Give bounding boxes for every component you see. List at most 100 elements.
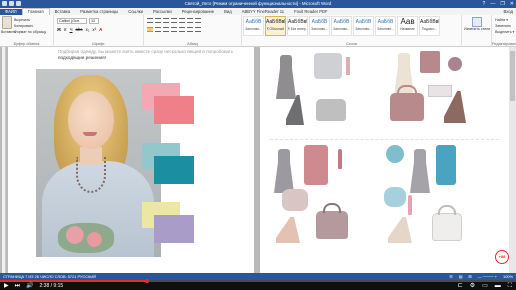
increase-indent-icon[interactable]: [179, 18, 185, 23]
styles-gallery: АаБбВ Заголово... АаБбВвГ ¶ Обычный АаБбВвГ ¶…: [243, 16, 440, 36]
style-item[interactable]: АаБбВвГ ¶ Без интер...: [287, 16, 308, 36]
align-left-icon[interactable]: [147, 27, 153, 32]
style-name: Заголово...: [333, 27, 350, 31]
pink-lip-gloss: [408, 195, 412, 215]
minimize-button[interactable]: —: [490, 1, 495, 7]
mouse-pointer-icon: [470, 243, 476, 248]
bullet-list-icon[interactable]: [147, 18, 153, 23]
decrease-indent-icon[interactable]: [171, 18, 177, 23]
italic-button[interactable]: К: [64, 27, 67, 33]
video-player-controls: ▶ ⏭ 🔊 2:38 / 9:15 ⊏ ⚙ ▭ ▬ ⛶: [0, 279, 516, 290]
style-item[interactable]: АаБбВвГ ¶ Обычный: [265, 16, 286, 36]
bold-button[interactable]: Ж: [57, 27, 61, 33]
lipstick: [346, 57, 350, 75]
grey-knit-dress: [410, 149, 430, 193]
style-preview: АаБбВ: [377, 19, 394, 25]
handbag-strap: [397, 85, 417, 95]
strikethrough-button[interactable]: abc: [76, 27, 83, 33]
borders-icon[interactable]: [195, 27, 201, 32]
pink-blazer: [304, 145, 328, 185]
styles-group: АаБбВ Заголово... АаБбВвГ ¶ Обычный АаБбВвГ ¶…: [242, 15, 462, 47]
font-size-select[interactable]: 12: [89, 18, 99, 24]
style-preview: АаБбВ: [333, 19, 350, 25]
page-right[interactable]: [260, 47, 509, 273]
face: [68, 91, 114, 149]
numbered-list-icon[interactable]: [155, 18, 161, 23]
pink-cardigan: [420, 51, 440, 73]
help-button[interactable]: ?: [483, 1, 486, 7]
ribbon: Вставить Вырезать Копировать Формат по о…: [0, 15, 516, 47]
style-item[interactable]: АаБбВ Заголово...: [309, 16, 330, 36]
pink-lipstick: [338, 149, 342, 169]
multilevel-list-icon[interactable]: [163, 18, 169, 23]
theater-icon[interactable]: ▬: [495, 283, 501, 289]
style-item[interactable]: АаБбВвГ Подзаго...: [419, 16, 440, 36]
style-item[interactable]: АаБбВ Заголово...: [331, 16, 352, 36]
shading-icon[interactable]: [187, 27, 193, 32]
scrollbar-thumb[interactable]: [510, 51, 515, 101]
flower-bouquet: [58, 223, 114, 253]
progress-bar[interactable]: [0, 279, 516, 283]
justify-icon[interactable]: [171, 27, 177, 32]
progress-fill: [0, 280, 148, 282]
align-center-icon[interactable]: [155, 27, 161, 32]
style-name: ¶ Без интер...: [288, 27, 308, 31]
teal-jacket: [436, 145, 456, 185]
style-item[interactable]: АаБбВ Заголово...: [353, 16, 374, 36]
font-color-icon[interactable]: A: [99, 27, 102, 33]
scrubber-handle[interactable]: [145, 279, 150, 283]
align-right-icon[interactable]: [163, 27, 169, 32]
line-spacing-icon[interactable]: [179, 27, 185, 32]
align-buttons: [147, 27, 201, 32]
smile: [83, 132, 97, 136]
style-item[interactable]: АаБбВ Заголово...: [375, 16, 396, 36]
subscript-button[interactable]: x₂: [86, 27, 90, 33]
close-button[interactable]: ✕: [510, 1, 514, 7]
plus-badge[interactable]: +88: [495, 250, 509, 264]
window-title: Cвятой_Лето [Режим ограниченной функцион…: [184, 1, 332, 6]
teal-hat: [386, 145, 404, 163]
play-icon[interactable]: ▶: [4, 283, 9, 289]
dusty-pink-bag: [316, 211, 348, 239]
fullscreen-icon[interactable]: ⛶: [508, 283, 512, 289]
volume-icon[interactable]: 🔊: [26, 283, 33, 289]
settings-icon[interactable]: ⚙: [470, 283, 475, 289]
underline-button[interactable]: Ч: [70, 27, 73, 33]
grey-fitted-dress: [274, 149, 294, 193]
eyeshadow-palette: [428, 85, 452, 97]
page-left[interactable]: Подбирая одежду, вы можете взять вместе …: [8, 47, 254, 273]
style-item[interactable]: Аав Название: [397, 16, 418, 36]
next-icon[interactable]: ⏭: [15, 283, 20, 289]
zoom-slider[interactable]: — ──── +: [478, 273, 497, 280]
font-format-buttons: Ж К Ч abc x₂ x² A: [57, 27, 102, 33]
style-name: Заголово...: [245, 27, 262, 31]
sort-icon[interactable]: [187, 18, 193, 23]
restore-button[interactable]: ❐: [500, 1, 504, 7]
change-styles-button[interactable]: Изменить стили: [464, 17, 490, 31]
font-group: Calibri (Осн. 12 Ж К Ч abc x₂ x² A Шрифт: [54, 15, 144, 47]
superscript-button[interactable]: x²: [93, 27, 97, 33]
captions-icon[interactable]: ⊏: [458, 283, 463, 289]
style-name: Заголово...: [377, 27, 394, 31]
style-preview: АаБбВвГ: [420, 19, 440, 25]
miniplayer-icon[interactable]: ▭: [482, 283, 488, 289]
format-painter-button[interactable]: Формат по образцу: [14, 29, 46, 35]
change-styles-label: Изменить стили: [464, 27, 491, 31]
document-area: Подбирая одежду, вы можете взять вместе …: [0, 47, 516, 273]
white-bag-handle: [438, 205, 456, 215]
select-button[interactable]: Выделить ▾: [495, 29, 514, 35]
zoom-level[interactable]: 100%: [503, 273, 513, 280]
show-marks-icon[interactable]: [195, 18, 201, 23]
style-name: Название: [400, 27, 415, 31]
web-layout-icon[interactable]: ⊞: [468, 273, 471, 280]
paste-icon[interactable]: [2, 16, 12, 29]
tab-home[interactable]: Главная: [21, 8, 50, 15]
font-name-select[interactable]: Calibri (Осн.: [57, 18, 87, 24]
status-info: СТРАНИЦА 7 ИЗ 26 ЧИСЛО СЛОВ: 5721 РУССКИ…: [3, 274, 96, 279]
vertical-scrollbar[interactable]: [509, 47, 516, 273]
style-item[interactable]: АаБбВ Заголово...: [243, 16, 264, 36]
clipboard-commands: Вырезать Копировать Формат по образцу: [14, 17, 46, 35]
read-mode-icon[interactable]: ☰: [449, 273, 453, 280]
grey-boot: [286, 95, 304, 125]
print-layout-icon[interactable]: ▤: [459, 273, 463, 280]
